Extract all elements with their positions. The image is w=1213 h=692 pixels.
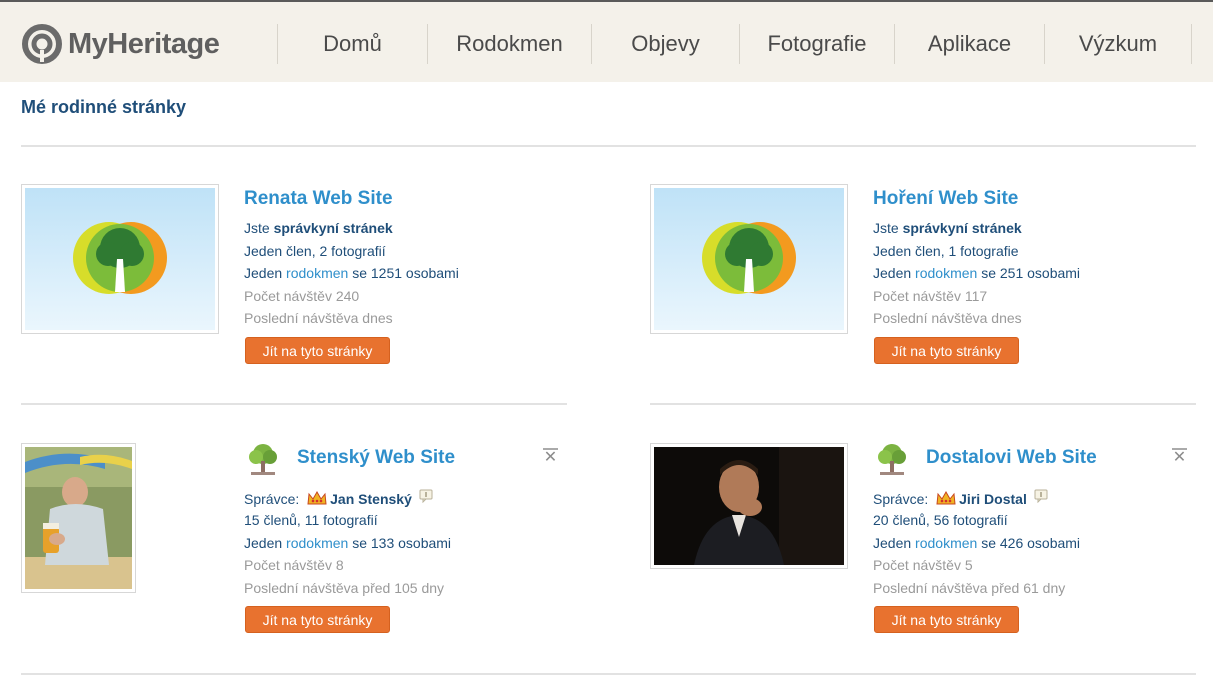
role-prefix: Jste xyxy=(873,220,899,236)
site-last-visit: Poslední návštěva před 105 dny xyxy=(244,580,445,596)
page-title: Mé rodinné stránky xyxy=(21,97,187,117)
go-to-site-button[interactable]: Jít na tyto stránky xyxy=(245,337,390,364)
nav-item-home[interactable]: Domů xyxy=(277,24,427,64)
close-icon[interactable]: ✕ xyxy=(1172,448,1187,466)
close-icon[interactable]: ✕ xyxy=(543,448,558,466)
site-title[interactable]: Hoření Web Site xyxy=(873,188,1018,210)
myheritage-logo-icon xyxy=(22,24,62,64)
top-header: MyHeritage Domů Rodokmen Objevy Fotograf… xyxy=(0,0,1213,82)
tree-prefix: Jeden xyxy=(244,535,283,551)
tree-link[interactable]: rodokmen xyxy=(286,535,348,551)
tree-prefix: Jeden xyxy=(244,265,283,281)
site-role: Jste správkyní stránek xyxy=(244,220,393,236)
tree-suffix: se 133 osobami xyxy=(352,535,452,551)
family-tree-icon xyxy=(249,444,277,475)
site-last-visit: Poslední návštěva dnes xyxy=(873,310,1022,326)
site-role: Jste správkyní stránek xyxy=(873,220,1022,236)
crown-icon xyxy=(307,491,327,505)
site-members: Jeden člen, 2 fotografií xyxy=(244,243,386,259)
site-members: 20 členů, 56 fotografií xyxy=(873,512,1008,528)
go-to-site-button[interactable]: Jít na tyto stránky xyxy=(245,606,390,633)
role-label: správkyní stránek xyxy=(902,220,1022,236)
nav-item-research[interactable]: Výzkum xyxy=(1044,24,1192,64)
brand-name: MyHeritage xyxy=(68,28,220,60)
nav-item-discoveries[interactable]: Objevy xyxy=(591,24,739,64)
tree-prefix: Jeden xyxy=(873,535,912,551)
site-logo-image xyxy=(654,188,844,330)
member-photo xyxy=(25,447,132,589)
site-title[interactable]: Stenský Web Site xyxy=(297,447,455,469)
site-visits: Počet návštěv 117 xyxy=(873,288,988,304)
site-visits: Počet návštěv 240 xyxy=(244,288,360,304)
manager-name[interactable]: Jan Stenský xyxy=(330,491,412,507)
site-last-visit: Poslední návštěva dnes xyxy=(244,310,393,326)
site-tree-info: Jeden rodokmen se 1251 osobami xyxy=(244,265,459,281)
title-divider xyxy=(21,145,1196,147)
site-visits: Počet návštěv 5 xyxy=(873,557,973,573)
tree-suffix: se 426 osobami xyxy=(981,535,1081,551)
site-last-visit: Poslední návštěva před 61 dny xyxy=(873,580,1066,596)
row-divider-left xyxy=(21,403,567,405)
site-thumbnail[interactable] xyxy=(21,443,136,593)
tree-prefix: Jeden xyxy=(873,265,912,281)
site-manager: Správce: Jiri Dostal xyxy=(873,489,1048,507)
site-thumbnail[interactable] xyxy=(650,443,848,569)
site-title[interactable]: Dostalovi Web Site xyxy=(926,447,1097,469)
family-tree-logo-icon xyxy=(73,222,167,294)
main-nav: Domů Rodokmen Objevy Fotografie Aplikace… xyxy=(277,24,1192,64)
site-title[interactable]: Renata Web Site xyxy=(244,188,393,210)
manager-name[interactable]: Jiri Dostal xyxy=(959,491,1027,507)
row-divider-right xyxy=(650,403,1196,405)
nav-item-family-tree[interactable]: Rodokmen xyxy=(427,24,591,64)
go-to-site-button[interactable]: Jít na tyto stránky xyxy=(874,337,1019,364)
family-tree-icon xyxy=(878,444,906,475)
crown-icon xyxy=(936,491,956,505)
message-icon[interactable] xyxy=(419,489,433,503)
tree-link[interactable]: rodokmen xyxy=(286,265,348,281)
man-with-beer-photo xyxy=(25,447,132,589)
go-to-site-button[interactable]: Jít na tyto stránky xyxy=(874,606,1019,633)
site-tree-info: Jeden rodokmen se 133 osobami xyxy=(244,535,451,551)
family-tree-logo-icon xyxy=(702,222,796,294)
manager-prefix: Správce: xyxy=(244,491,300,507)
site-members: 15 členů, 11 fotografií xyxy=(244,512,378,528)
site-thumbnail[interactable] xyxy=(650,184,848,334)
tree-link[interactable]: rodokmen xyxy=(915,265,977,281)
site-logo-image xyxy=(25,188,215,330)
bottom-divider xyxy=(21,673,1196,675)
nav-item-apps[interactable]: Aplikace xyxy=(894,24,1044,64)
tree-suffix: se 251 osobami xyxy=(981,265,1081,281)
nav-item-photos[interactable]: Fotografie xyxy=(739,24,894,64)
manager-prefix: Správce: xyxy=(873,491,929,507)
site-tree-info: Jeden rodokmen se 426 osobami xyxy=(873,535,1080,551)
site-members: Jeden člen, 1 fotografie xyxy=(873,243,1019,259)
message-icon[interactable] xyxy=(1034,489,1048,503)
member-photo xyxy=(654,447,844,565)
tree-suffix: se 1251 osobami xyxy=(352,265,459,281)
site-thumbnail[interactable] xyxy=(21,184,219,334)
role-label: správkyní stránek xyxy=(273,220,393,236)
site-manager: Správce: Jan Stenský xyxy=(244,489,433,507)
site-visits: Počet návštěv 8 xyxy=(244,557,344,573)
myheritage-logo[interactable]: MyHeritage xyxy=(20,24,220,64)
role-prefix: Jste xyxy=(244,220,270,236)
man-portrait-photo xyxy=(654,447,844,565)
site-tree-info: Jeden rodokmen se 251 osobami xyxy=(873,265,1080,281)
tree-link[interactable]: rodokmen xyxy=(915,535,977,551)
